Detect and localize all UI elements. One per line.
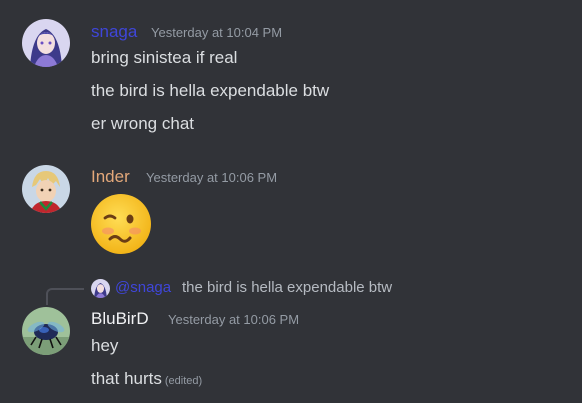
message-text-content: that hurts: [91, 369, 162, 388]
timestamp: Yesterday at 10:06 PM: [146, 170, 278, 185]
message-text: that hurts (edited): [91, 368, 202, 392]
timestamp: Yesterday at 10:06 PM: [168, 312, 300, 327]
anime-girl-avatar-icon: [91, 279, 110, 298]
message-text: hey: [91, 336, 119, 355]
username[interactable]: BluBirD: [91, 308, 149, 330]
reply-connector: [46, 288, 84, 305]
reply-preview-text[interactable]: the bird is hella expendable btw: [182, 278, 392, 298]
edited-label: (edited): [164, 375, 203, 387]
timestamp: Yesterday at 10:04 PM: [151, 25, 283, 40]
username[interactable]: Inder: [91, 166, 130, 188]
message-text: the bird is hella expendable btw: [91, 81, 330, 100]
avatar[interactable]: [22, 307, 70, 355]
bee-avatar-icon: [22, 307, 70, 355]
anime-girl-avatar-icon: [22, 19, 70, 67]
woozy-face-emoji-icon[interactable]: [90, 193, 152, 255]
avatar[interactable]: [22, 165, 70, 213]
reply-mention[interactable]: @snaga: [115, 278, 171, 298]
username[interactable]: snaga: [91, 21, 137, 43]
reply-avatar: [91, 279, 110, 298]
message-text: bring sinistea if real: [91, 48, 238, 67]
anime-boy-avatar-icon: [22, 165, 70, 213]
avatar[interactable]: [22, 19, 70, 67]
message-text: er wrong chat: [91, 114, 194, 133]
